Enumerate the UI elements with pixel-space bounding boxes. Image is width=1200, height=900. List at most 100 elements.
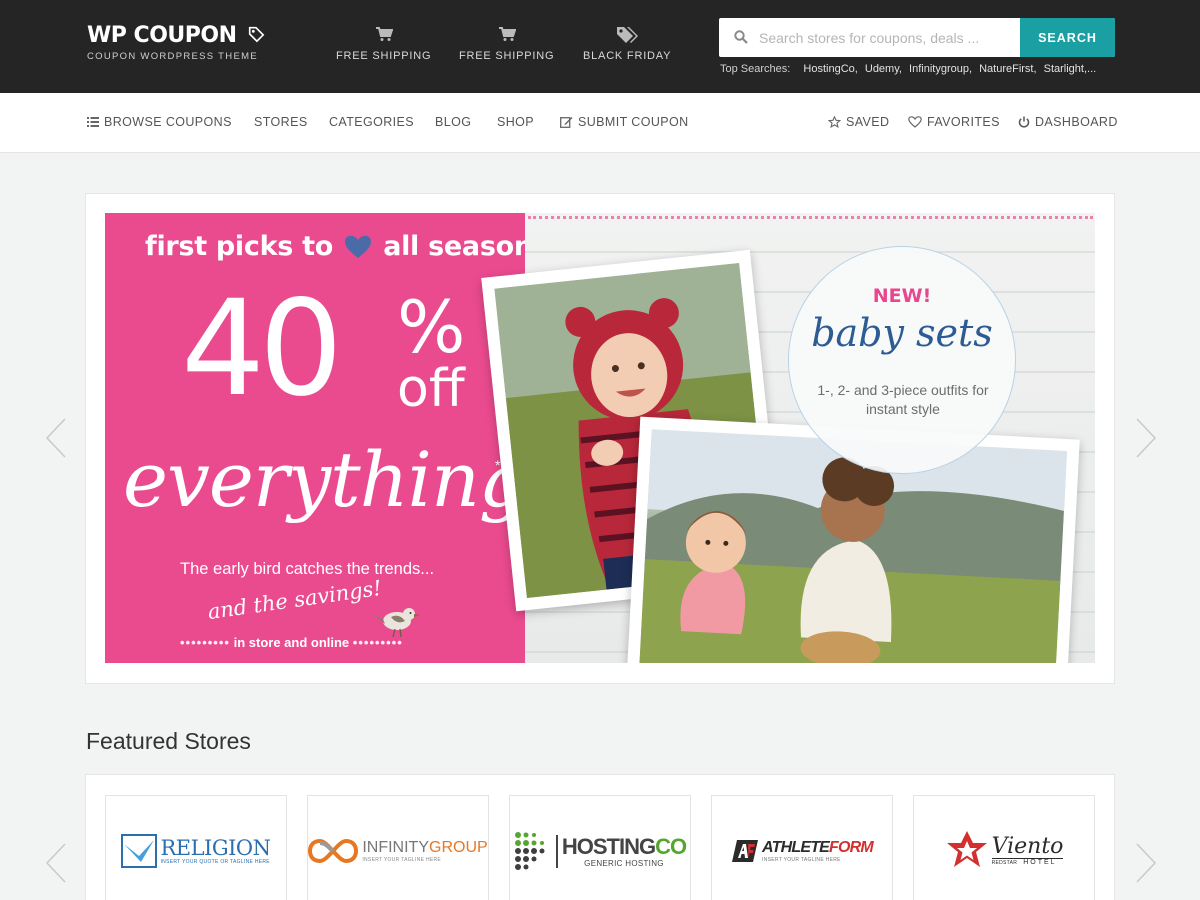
- af-logo-icon: [732, 840, 759, 862]
- cart-icon: [459, 26, 554, 46]
- store-name: INFINITY: [362, 839, 429, 856]
- price-tag-icon: [248, 26, 265, 43]
- store-name-accent: CO: [655, 833, 687, 859]
- logo-title: WP COUPON: [87, 23, 237, 48]
- promo-savings-text: and the savings!: [206, 575, 384, 625]
- promo-trend-text: The early bird catches the trends...: [180, 560, 435, 578]
- heart-icon: [345, 235, 372, 258]
- store-card-athleteform[interactable]: ATHLETEFORM INSERT YOUR TAGLINE HERE: [711, 795, 893, 900]
- nav-dashboard[interactable]: DASHBOARD: [1018, 115, 1118, 129]
- store-name: HOSTING: [561, 833, 656, 859]
- promo-percent-sign: %: [397, 285, 466, 369]
- store-name: RELIGION: [160, 836, 271, 860]
- nav-label: CATEGORIES: [329, 115, 415, 129]
- promo-dots: •••••••••: [180, 635, 230, 650]
- dotted-border: [528, 216, 1093, 219]
- nav-blog[interactable]: BLOG: [435, 115, 471, 129]
- nav-shop[interactable]: SHOP: [497, 115, 534, 129]
- bird-logo-icon: [121, 834, 158, 868]
- edit-icon: [560, 117, 573, 128]
- quick-link-free-shipping-1[interactable]: FREE SHIPPING: [336, 26, 431, 62]
- nav-label: SAVED: [846, 115, 890, 129]
- store-logo: ATHLETEFORM INSERT YOUR TAGLINE HERE: [712, 826, 892, 876]
- promo-headline: first picks to all season: [145, 231, 533, 262]
- site-logo[interactable]: WP COUPON COUPON WORDPRESS THEME: [87, 22, 287, 62]
- toddlers-image: [638, 429, 1068, 663]
- new-baby-sets-badge: NEW! baby sets 1-, 2- and 3-piece outfit…: [788, 246, 1016, 474]
- nav-browse-coupons[interactable]: BROWSE COUPONS: [87, 115, 232, 129]
- top-search-link[interactable]: NatureFirst,: [979, 63, 1036, 75]
- nav-label: STORES: [254, 115, 308, 129]
- nav-saved[interactable]: SAVED: [828, 115, 889, 129]
- nav-label: BROWSE COUPONS: [104, 115, 232, 129]
- quick-link-free-shipping-2[interactable]: FREE SHIPPING: [459, 26, 554, 62]
- quick-link-black-friday[interactable]: BLACK FRIDAY: [583, 26, 671, 62]
- store-card-infinitygroup[interactable]: INFINITYGROUP INSERT YOUR TAGLINE HERE: [307, 795, 489, 900]
- badge-description: 1-, 2- and 3-piece outfits for instant s…: [817, 382, 989, 417]
- search-button[interactable]: SEARCH: [1020, 18, 1115, 57]
- store-name-accent: FORM: [829, 839, 874, 856]
- power-icon: [1018, 116, 1030, 128]
- slider-next-arrow-icon[interactable]: [1135, 418, 1157, 458]
- store-tagline: INSERT YOUR QUOTE OR TAGLINE HERE: [160, 859, 270, 865]
- hero-slide[interactable]: first picks to all season 40 % off every…: [105, 213, 1095, 663]
- store-name: Viento: [991, 834, 1064, 859]
- top-searches: Top Searches: HostingCo, Udemy, Infinity…: [720, 63, 1100, 75]
- nav-label: SUBMIT COUPON: [578, 115, 689, 129]
- top-searches-label: Top Searches:: [720, 63, 791, 75]
- promo-off: off: [397, 359, 465, 419]
- nav-categories[interactable]: CATEGORIES: [329, 115, 414, 129]
- promo-headline-b: all season: [383, 231, 533, 262]
- top-search-link[interactable]: HostingCo,: [803, 63, 857, 75]
- store-name-accent: GROUP: [429, 839, 488, 856]
- star-logo-icon: [946, 831, 987, 867]
- list-icon: [87, 117, 99, 127]
- store-logo: INFINITYGROUP INSERT YOUR TAGLINE HERE: [308, 826, 488, 876]
- nav-label: DASHBOARD: [1035, 115, 1118, 129]
- nav-favorites[interactable]: FAVORITES: [908, 115, 1000, 129]
- promo-dots: •••••••••: [352, 635, 403, 650]
- store-logo: RELIGION INSERT YOUR QUOTE OR TAGLINE HE…: [106, 826, 286, 876]
- store-card-viento[interactable]: Viento REDSTAR HOTEL: [913, 795, 1095, 900]
- stores-next-arrow-icon[interactable]: [1135, 843, 1157, 883]
- main-nav: BROWSE COUPONS STORES CATEGORIES BLOG SH…: [0, 93, 1200, 153]
- store-logo: HOSTINGCO GENERIC HOSTING: [510, 826, 690, 876]
- promo-online: ••••••••• in store and online •••••••••: [180, 635, 403, 650]
- store-logo: Viento REDSTAR HOTEL: [914, 826, 1094, 876]
- featured-stores-carousel: RELIGION INSERT YOUR QUOTE OR TAGLINE HE…: [85, 774, 1115, 900]
- search-bar: SEARCH: [719, 18, 1115, 57]
- featured-stores-title: Featured Stores: [86, 728, 251, 754]
- nav-submit-coupon[interactable]: SUBMIT COUPON: [560, 115, 689, 129]
- star-icon: [828, 116, 841, 128]
- promo-panel: first picks to all season 40 % off every…: [105, 213, 533, 663]
- top-header: WP COUPON COUPON WORDPRESS THEME FREE SH…: [0, 0, 1200, 93]
- top-search-link[interactable]: Starlight,...: [1044, 63, 1097, 75]
- store-subtagline: REDSTAR: [991, 860, 1018, 866]
- nav-label: BLOG: [435, 115, 472, 129]
- nav-label: SHOP: [497, 115, 535, 129]
- badge-new-label: NEW!: [872, 285, 932, 307]
- nav-label: FAVORITES: [927, 115, 1000, 129]
- cart-icon: [336, 26, 431, 46]
- search-input[interactable]: [759, 18, 1019, 57]
- badge-sets-label: baby sets: [811, 311, 993, 355]
- tags-icon: [583, 26, 671, 46]
- quick-link-label: FREE SHIPPING: [336, 50, 432, 62]
- store-card-hostingco[interactable]: HOSTINGCO GENERIC HOSTING: [509, 795, 691, 900]
- top-search-link[interactable]: Infinitygroup,: [909, 63, 972, 75]
- stores-prev-arrow-icon[interactable]: [45, 843, 67, 883]
- quick-link-label: FREE SHIPPING: [459, 50, 555, 62]
- store-tagline: HOTEL: [1023, 859, 1057, 866]
- top-search-link[interactable]: Udemy,: [865, 63, 902, 75]
- promo-everything: everything: [123, 435, 528, 524]
- nav-stores[interactable]: STORES: [254, 115, 308, 129]
- store-tagline: INSERT YOUR TAGLINE HERE: [362, 857, 442, 863]
- infinity-logo-icon: [308, 838, 359, 864]
- slider-prev-arrow-icon[interactable]: [45, 418, 67, 458]
- store-tagline: INSERT YOUR TAGLINE HERE: [762, 857, 841, 863]
- store-card-religion[interactable]: RELIGION INSERT YOUR QUOTE OR TAGLINE HE…: [105, 795, 287, 900]
- promo-online-text: in store and online: [233, 635, 350, 650]
- promo-percent-number: 40: [181, 272, 343, 426]
- dots-logo-icon: [514, 832, 545, 870]
- hero-slider: first picks to all season 40 % off every…: [85, 193, 1115, 684]
